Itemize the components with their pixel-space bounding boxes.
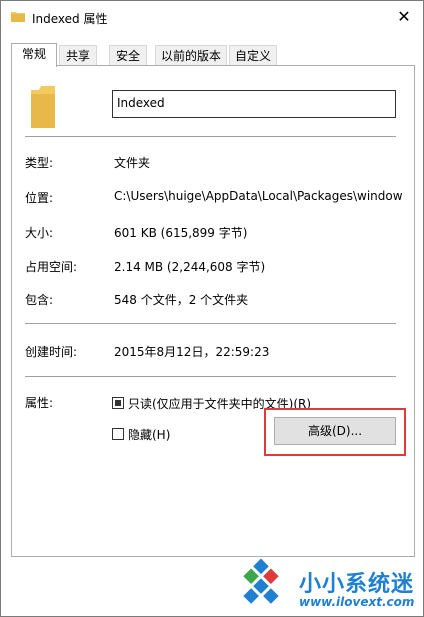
contains-label: 包含:: [25, 293, 54, 307]
contains-value: 548 个文件，2 个文件夹: [114, 293, 249, 307]
location-label: 位置:: [25, 191, 54, 205]
watermark-url: www.ilovext.com: [299, 595, 415, 609]
folder-icon: [11, 12, 25, 22]
properties-window: Indexed 属性 ✕ 常规 共享 安全 以前的版本 自定义 Indexed …: [0, 0, 424, 617]
created-label: 创建时间:: [25, 345, 78, 359]
highlight-box: [264, 408, 406, 456]
hidden-checkbox[interactable]: [112, 428, 124, 440]
size-on-disk-label: 占用空间:: [25, 260, 78, 274]
size-label: 大小:: [25, 226, 54, 240]
separator: [25, 376, 396, 377]
folder-name-input[interactable]: Indexed: [112, 90, 396, 118]
tab-general[interactable]: 常规: [11, 43, 57, 67]
title-bar: Indexed 属性 ✕: [1, 1, 423, 33]
readonly-checkbox[interactable]: [112, 397, 124, 409]
watermark-name: 小小系统迷: [299, 572, 415, 597]
location-value: C:\Users\huige\AppData\Local\Packages\wi…: [114, 189, 403, 203]
window-title: Indexed 属性: [32, 12, 108, 26]
attributes-label: 属性:: [25, 396, 54, 410]
separator: [25, 136, 396, 137]
separator: [25, 323, 396, 324]
tab-previous-versions[interactable]: 以前的版本: [155, 45, 227, 66]
tab-security[interactable]: 安全: [109, 45, 147, 66]
tab-sharing[interactable]: 共享: [59, 45, 97, 66]
close-button[interactable]: ✕: [391, 5, 417, 29]
type-label: 类型:: [25, 156, 54, 170]
general-panel: [11, 65, 415, 557]
close-icon: ✕: [397, 7, 411, 26]
size-on-disk-value: 2.14 MB (2,244,608 字节): [114, 260, 266, 274]
size-value: 601 KB (615,899 字节): [114, 226, 248, 240]
created-value: 2015年8月12日，22:59:23: [114, 345, 270, 359]
folder-large-icon: [31, 86, 55, 128]
tab-customize[interactable]: 自定义: [229, 45, 277, 66]
type-value: 文件夹: [114, 156, 151, 170]
hidden-label[interactable]: 隐藏(H): [128, 426, 170, 443]
